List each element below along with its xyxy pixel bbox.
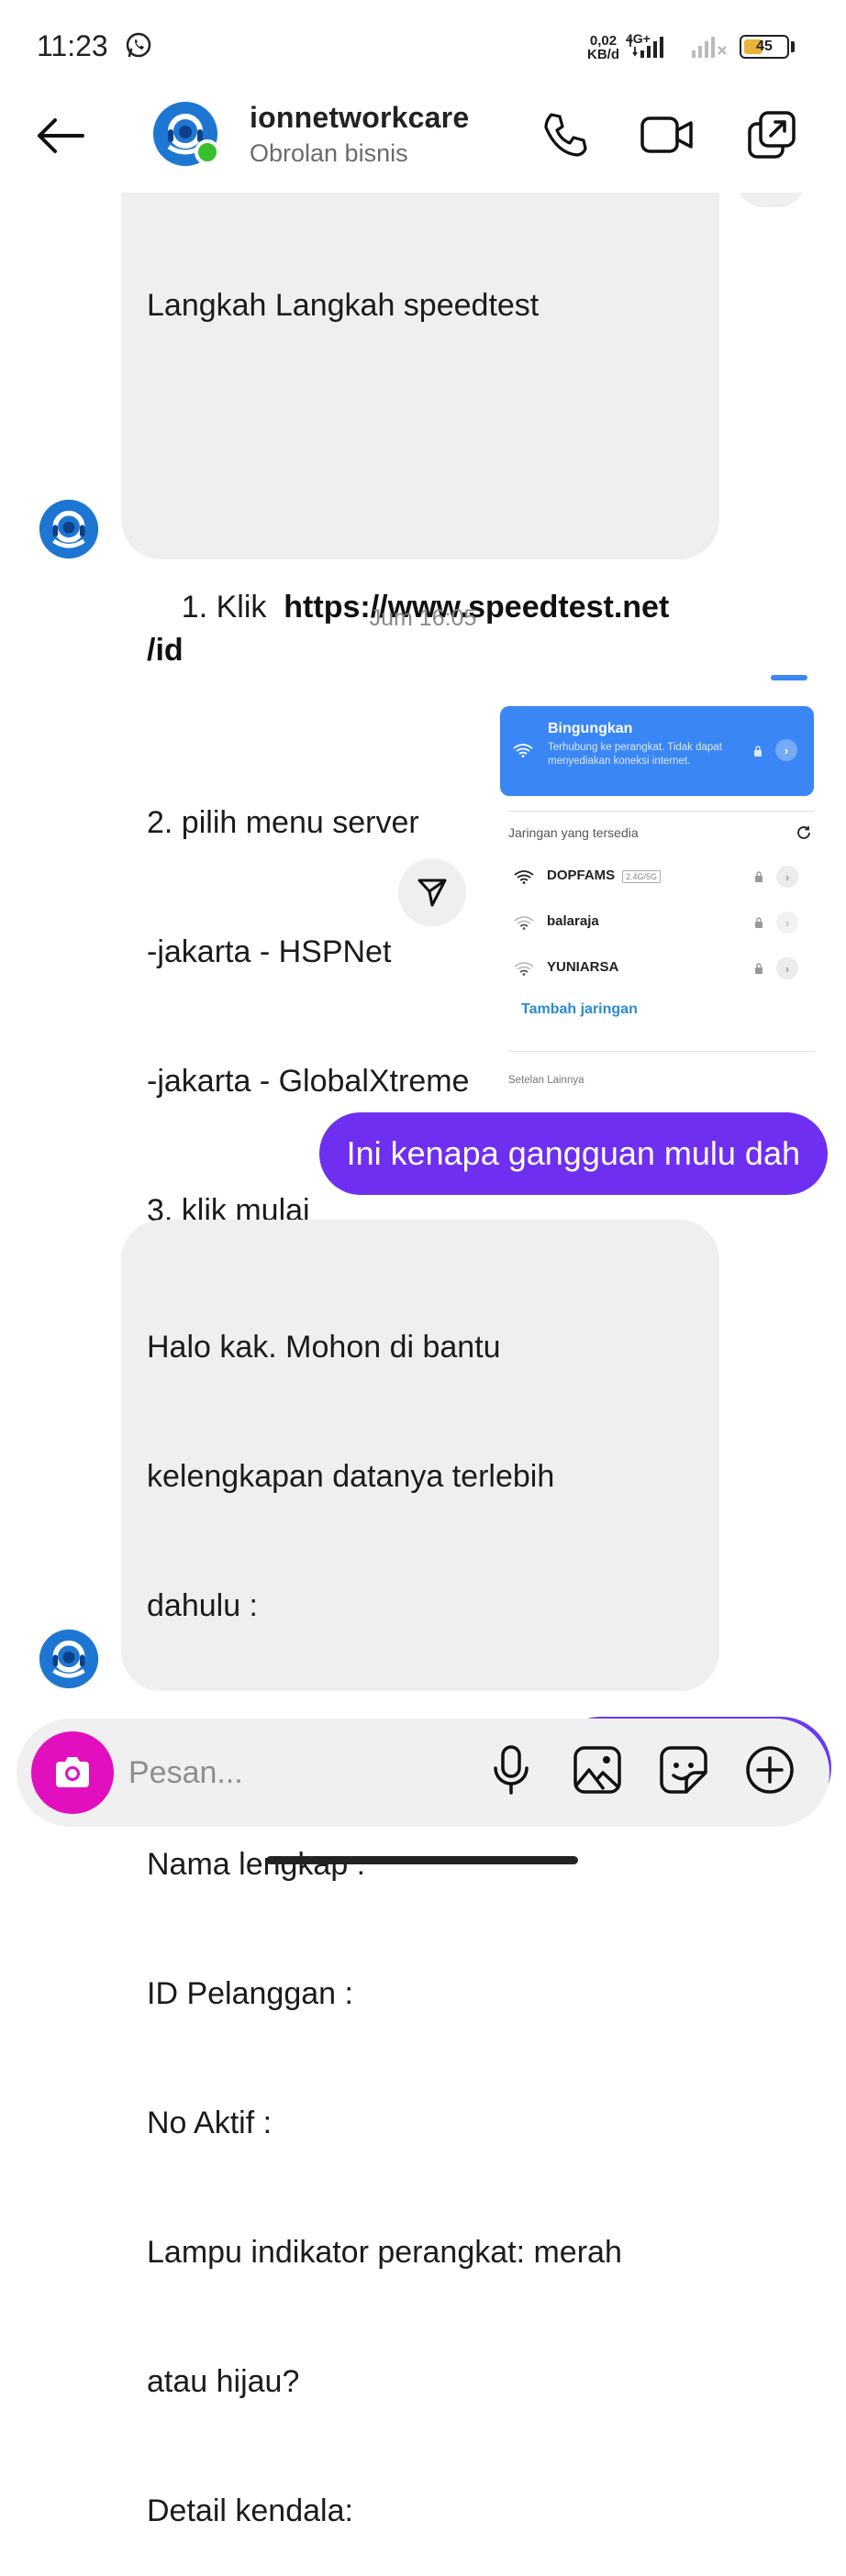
network-band-badge: 2.4G/5G: [622, 870, 662, 883]
shared-screenshot-image[interactable]: Bingungkan Terhubung ke perangkat. Tidak…: [497, 669, 826, 1093]
network-name: DOPFAMS: [547, 868, 616, 883]
send-icon: [417, 879, 447, 907]
battery-icon: 45: [740, 35, 789, 59]
sticker-icon: [660, 1746, 707, 1794]
network-speed: 0,02 KB/d: [587, 34, 619, 61]
lock-icon: [754, 746, 762, 757]
online-status-dot: [195, 139, 220, 165]
chevron-right-icon: ›: [776, 957, 798, 979]
switch-window-button[interactable]: [743, 106, 800, 163]
status-bar: 11:23 0,02 KB/d 4G+ 45: [0, 0, 846, 92]
share-button[interactable]: [398, 858, 466, 926]
wifi-weak-icon: [514, 962, 534, 976]
whatsapp-icon: [126, 32, 151, 58]
connected-network-name: Bingungkan: [548, 721, 633, 736]
back-arrow-icon: [38, 118, 84, 153]
sender-avatar[interactable]: [39, 1629, 99, 1689]
home-indicator[interactable]: [266, 1856, 578, 1864]
form-line-10: Detail kendala:: [147, 2493, 353, 2528]
form-line-7: No Aktif :: [147, 2106, 273, 2140]
connected-network-card: Bingungkan Terhubung ke perangkat. Tidak…: [500, 706, 814, 796]
lock-icon: [755, 917, 763, 928]
wifi-icon: [514, 870, 534, 884]
network-name: balaraja: [547, 913, 599, 929]
screenshot-top-bar: [771, 675, 807, 680]
message-incoming-speedtest[interactable]: Langkah Langkah speedtest 1. Klik https:…: [121, 156, 719, 1228]
add-network-link: Tambah jaringan: [521, 1001, 638, 1017]
net-speed-unit: KB/d: [587, 47, 619, 62]
voice-call-button[interactable]: [536, 106, 593, 163]
gallery-button[interactable]: [567, 1740, 628, 1800]
switch-window-icon: [748, 111, 796, 159]
lock-icon: [755, 871, 763, 882]
form-line-3: dahulu :: [147, 1588, 258, 1623]
more-settings-label: Setelan Lainnya: [508, 1075, 584, 1086]
contact-name[interactable]: ionnetworkcare: [250, 101, 469, 135]
video-call-button[interactable]: [639, 106, 696, 163]
net-speed-value: 0,02: [589, 33, 618, 49]
lock-icon: [755, 963, 763, 974]
status-time: 11:23: [37, 29, 108, 62]
chevron-right-icon: ›: [776, 912, 798, 934]
plus-circle-icon: [746, 1746, 794, 1794]
refresh-icon: [797, 826, 810, 839]
sticker-button[interactable]: [653, 1740, 714, 1800]
form-line-8: Lampu indikator perangkat: merah: [147, 2235, 622, 2270]
phone-icon: [544, 113, 587, 157]
battery-tip: [791, 41, 795, 52]
speedtest-title: Langkah Langkah speedtest: [147, 288, 540, 323]
signal-strength-icon: [628, 37, 663, 58]
wifi-weak-icon: [514, 916, 534, 930]
message-input[interactable]: [128, 1742, 468, 1803]
divider: [508, 1051, 815, 1052]
form-line-2: kelengkapan datanya terlebih: [147, 1459, 555, 1494]
camera-icon: [56, 1757, 89, 1787]
contact-subtitle: Obrolan bisnis: [250, 139, 408, 167]
chat-timestamp: Jum 16:05: [369, 605, 477, 631]
battery-level: 45: [756, 39, 773, 54]
message-incoming-form-request[interactable]: Halo kak. Mohon di bantu kelengkapan dat…: [121, 1220, 719, 2528]
connected-network-desc: Terhubung ke perangkat. Tidak dapat meny…: [548, 742, 722, 767]
available-networks-title: Jaringan yang tersedia: [508, 825, 639, 840]
more-options-button[interactable]: [740, 1740, 800, 1800]
divider: [508, 811, 815, 812]
chevron-right-icon: ›: [775, 739, 797, 761]
video-camera-icon: [640, 116, 693, 153]
back-button[interactable]: [33, 108, 88, 163]
chat-header: ionnetworkcare Obrolan bisnis: [0, 92, 846, 193]
sender-avatar[interactable]: [39, 499, 99, 559]
network-name: YUNIARSA: [547, 959, 619, 975]
form-line-9: atau hijau?: [147, 2364, 300, 2399]
signal-no-service-icon: [692, 37, 727, 58]
form-line-6: ID Pelanggan :: [147, 1976, 353, 2011]
camera-button[interactable]: [31, 1731, 114, 1814]
form-line-1: Halo kak. Mohon di bantu: [147, 1330, 501, 1365]
form-line-5: Nama lengkap :: [147, 1847, 366, 1882]
message-outgoing[interactable]: Ini kenapa gangguan mulu dah: [318, 1112, 828, 1195]
wifi-icon: [513, 744, 533, 757]
chevron-right-icon: ›: [776, 866, 798, 888]
image-icon: [573, 1746, 621, 1794]
microphone-icon: [494, 1745, 529, 1795]
voice-message-button[interactable]: [481, 1740, 541, 1800]
